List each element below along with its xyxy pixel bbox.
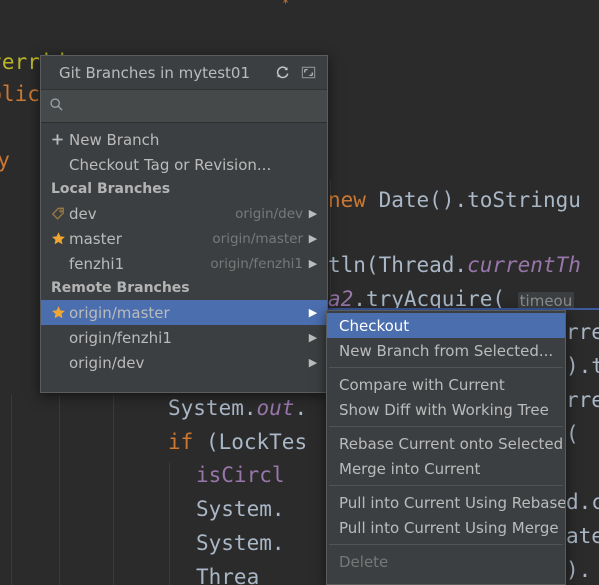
menu-item-rebase-current-onto-selected[interactable]: Rebase Current onto Selected	[327, 431, 565, 456]
branch-item-origin-dev[interactable]: origin/dev ▶	[41, 350, 327, 375]
chevron-right-icon[interactable]: ▶	[307, 306, 319, 319]
screen: @Override public try new Date().toString…	[0, 0, 599, 585]
git-branches-popup[interactable]: Git Branches in mytest01 New Branch Chec…	[40, 55, 328, 393]
branch-item-origin-master[interactable]: origin/master ▶	[41, 300, 327, 325]
branch-item-master[interactable]: master origin/master ▶	[41, 226, 327, 251]
branch-item-fenzhi1[interactable]: fenzhi1 origin/fenzhi1 ▶	[41, 251, 327, 276]
code-fragment: ).	[566, 558, 592, 582]
action-new-branch[interactable]: New Branch	[41, 127, 327, 152]
branches-list[interactable]: New Branch Checkout Tag or Revision... L…	[41, 123, 327, 392]
menu-item-new-branch-from-selected[interactable]: New Branch from Selected...	[327, 338, 565, 363]
menu-item-merge-into-current[interactable]: Merge into Current	[327, 456, 565, 481]
menu-separator	[329, 544, 563, 545]
menu-item-label: New Branch from Selected...	[339, 341, 554, 360]
code-fragment: System.out.	[168, 396, 308, 420]
action-label: New Branch	[69, 130, 160, 149]
menu-item-delete: Delete	[327, 549, 565, 574]
section-local-branches: Local Branches	[51, 181, 171, 197]
search-icon	[49, 97, 64, 116]
code-fragment: Threa	[196, 565, 260, 585]
menu-item-label: Checkout	[339, 316, 410, 335]
page-title: Git Branches in mytest01	[59, 63, 250, 82]
menu-item-checkout[interactable]: Checkout	[327, 313, 565, 338]
code-fragment: new Date().toStringu	[328, 188, 581, 212]
menu-item-label: Rebase Current onto Selected	[339, 434, 564, 453]
indent-guide	[113, 395, 114, 585]
refresh-icon[interactable]	[271, 62, 293, 84]
branch-name: dev	[69, 204, 97, 223]
tag-icon	[51, 207, 69, 221]
indent-guide	[59, 395, 60, 585]
indent-guide	[169, 463, 170, 585]
chevron-right-icon[interactable]: ▶	[307, 331, 319, 344]
branch-item-dev[interactable]: dev origin/dev ▶	[41, 201, 327, 226]
branch-name: origin/fenzhi1	[69, 328, 172, 347]
chevron-right-icon[interactable]: ▶	[307, 257, 319, 270]
plus-icon	[51, 133, 69, 146]
indent-guide	[11, 395, 12, 585]
code-fragment: d.c	[566, 490, 599, 514]
star-icon	[51, 305, 69, 320]
chevron-right-icon[interactable]: ▶	[307, 356, 319, 369]
menu-item-pull-into-current-using-merge[interactable]: Pull into Current Using Merge	[327, 515, 565, 540]
branch-name: origin/dev	[69, 353, 145, 372]
code-fragment: if (LockTes	[168, 430, 308, 454]
branch-name: master	[69, 229, 122, 248]
menu-item-label: Pull into Current Using Merge	[339, 518, 559, 537]
chevron-right-icon[interactable]: ▶	[307, 207, 319, 220]
code-fragment: rre	[566, 320, 599, 344]
code-fragment: (	[566, 422, 579, 446]
code-fragment: System.	[196, 531, 285, 555]
menu-item-label: Merge into Current	[339, 459, 481, 478]
code-fragment: ).t	[566, 354, 599, 378]
code-fragment: *	[282, 0, 290, 10]
menu-separator	[329, 485, 563, 486]
code-fragment: ate	[566, 524, 599, 548]
menu-item-label: Show Diff with Working Tree	[339, 400, 549, 419]
branch-tracking: origin/master	[212, 230, 303, 247]
menu-separator	[329, 367, 563, 368]
section-remote-branches: Remote Branches	[51, 280, 190, 296]
code-fragment: tln(Thread.currentTh	[328, 253, 581, 277]
popup-title-bar: Git Branches in mytest01	[41, 56, 327, 90]
code-fragment: isCircl	[196, 463, 285, 487]
menu-item-show-diff-with-working-tree[interactable]: Show Diff with Working Tree	[327, 397, 565, 422]
chevron-right-icon[interactable]: ▶	[307, 232, 319, 245]
action-checkout-tag-or-revision[interactable]: Checkout Tag or Revision...	[41, 152, 327, 177]
menu-item-pull-into-current-using-rebase[interactable]: Pull into Current Using Rebase	[327, 490, 565, 515]
code-fragment: try	[0, 148, 10, 172]
search-row[interactable]	[41, 90, 327, 123]
code-fragment: public	[0, 82, 40, 106]
branch-name: fenzhi1	[69, 254, 125, 273]
action-label: Checkout Tag or Revision...	[69, 155, 272, 174]
branch-tracking: origin/fenzhi1	[210, 255, 303, 272]
menu-separator	[329, 426, 563, 427]
branch-item-origin-fenzhi1[interactable]: origin/fenzhi1 ▶	[41, 325, 327, 350]
branch-context-menu[interactable]: Checkout New Branch from Selected... Com…	[326, 310, 566, 585]
menu-item-compare-with-current[interactable]: Compare with Current	[327, 372, 565, 397]
branch-name: origin/master	[69, 303, 170, 322]
code-fragment: rre	[566, 388, 599, 412]
search-input[interactable]	[70, 98, 319, 114]
menu-item-label: Compare with Current	[339, 375, 505, 394]
menu-item-label: Pull into Current Using Rebase	[339, 493, 566, 512]
code-fragment: System.	[196, 497, 285, 521]
restore-icon[interactable]	[297, 62, 319, 84]
menu-item-label: Delete	[339, 552, 389, 571]
star-icon	[51, 231, 69, 246]
branch-tracking: origin/dev	[235, 205, 303, 222]
